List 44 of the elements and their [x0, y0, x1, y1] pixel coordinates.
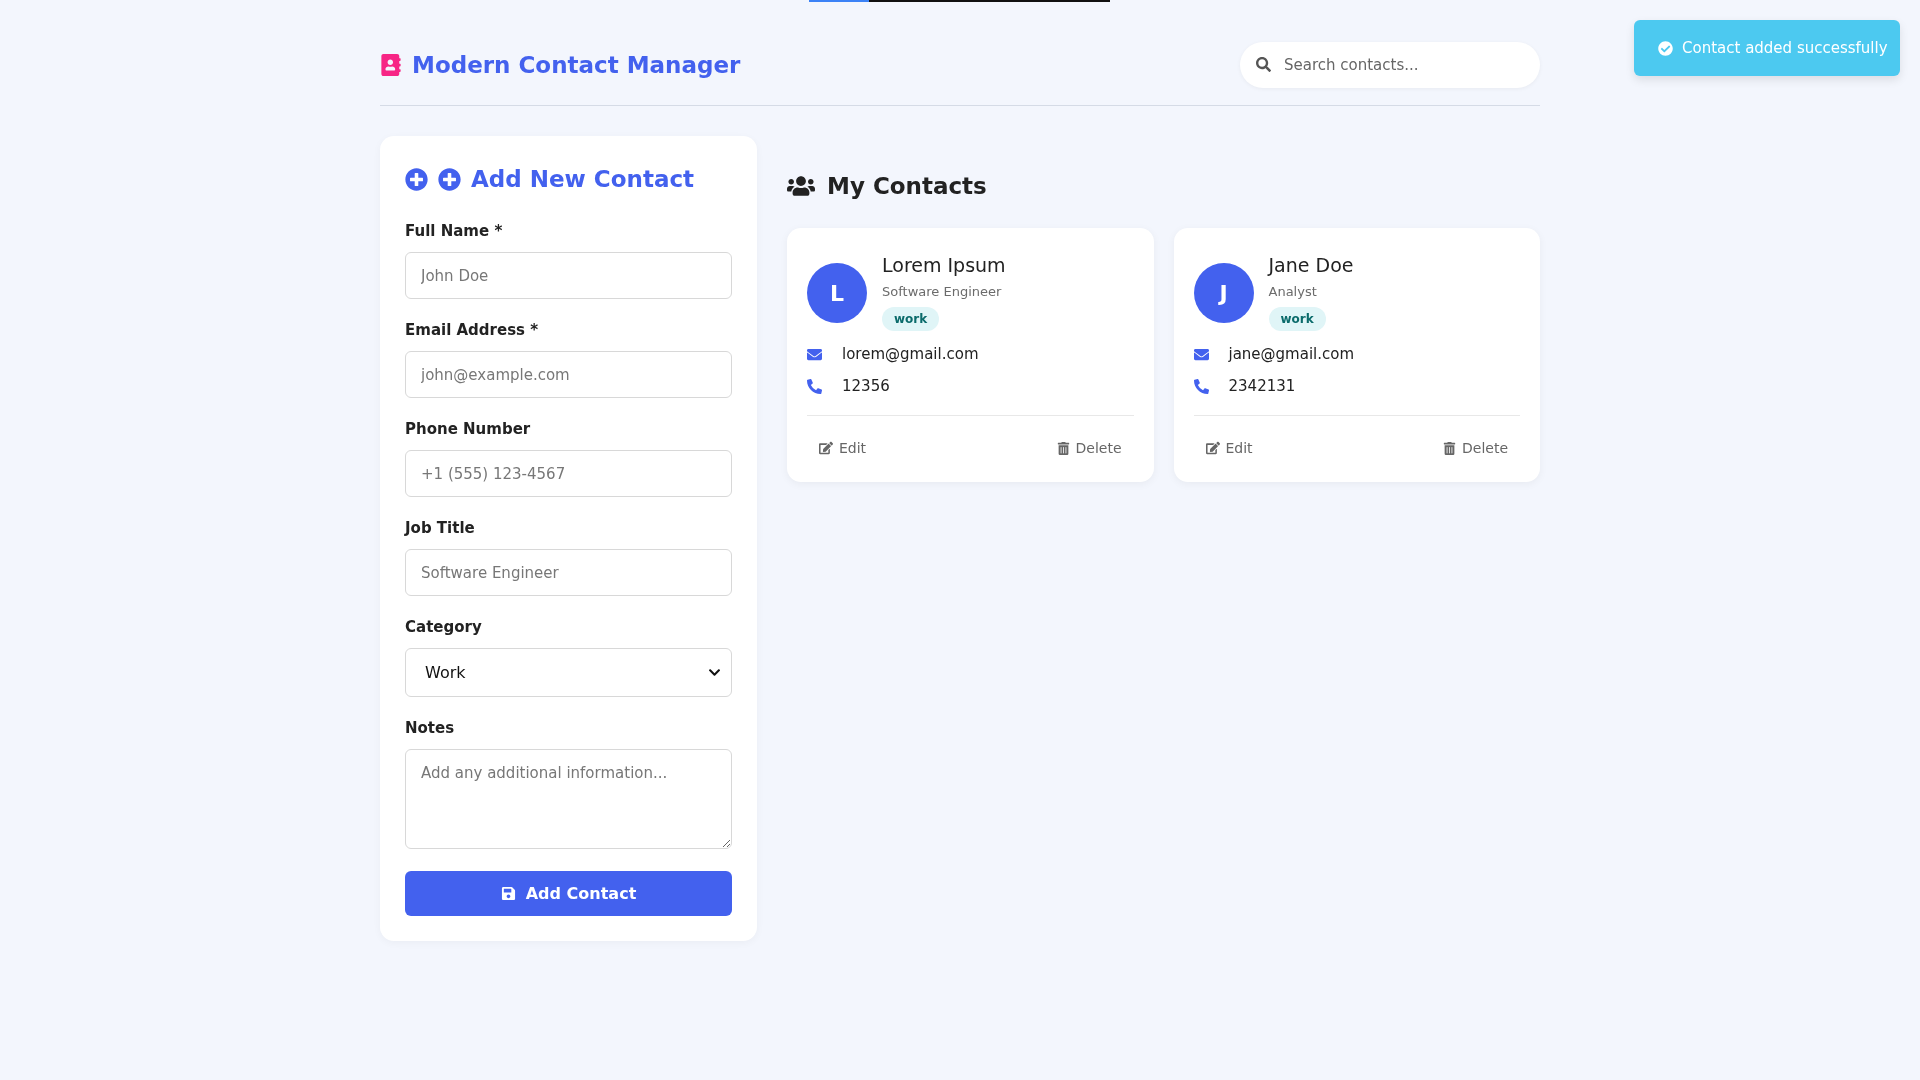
avatar: L	[807, 263, 867, 323]
job-title: Analyst	[1268, 284, 1317, 299]
phone-icon	[1193, 378, 1209, 394]
category-tag: work	[882, 307, 940, 331]
edit-icon	[819, 441, 833, 455]
app-title: Modern Contact Manager	[412, 51, 741, 78]
trash-icon	[1056, 441, 1070, 455]
category-tag: work	[1268, 307, 1326, 331]
contact-phone: 2342131	[1228, 377, 1296, 395]
contact-email: lorem@gmail.com	[842, 345, 979, 363]
field-label: Category	[405, 618, 483, 636]
edit-button[interactable]: Edit	[1193, 434, 1265, 462]
contact-name: Lorem Ipsum	[882, 254, 1006, 276]
trash-icon	[1443, 441, 1456, 455]
contact-phone: 12356	[842, 377, 890, 395]
job-title: Software Engineer	[882, 284, 1002, 299]
search-field[interactable]: Search contacts...	[1240, 41, 1540, 88]
delete-button[interactable]: Delete	[1044, 434, 1134, 462]
field-label: Full Name *	[405, 222, 504, 240]
text-field[interactable]: +1 (555) 123-4567	[405, 450, 732, 497]
category-select[interactable]: Work	[405, 648, 732, 697]
contact-name: Jane Doe	[1268, 254, 1354, 276]
field-label: Email Address *	[405, 321, 540, 339]
text-field[interactable]: Software Engineer	[405, 549, 732, 596]
text-field[interactable]: john@example.com	[405, 351, 732, 398]
delete-button[interactable]: Delete	[1431, 434, 1520, 462]
phone-icon	[807, 378, 822, 394]
envelope-icon	[807, 346, 822, 362]
notes-field[interactable]: Add any additional information...	[405, 749, 732, 849]
toast-message: Contact added successfully	[1682, 39, 1888, 57]
envelope-icon	[1193, 346, 1209, 362]
field-label: Phone Number	[405, 420, 532, 438]
contacts-title: My Contacts	[827, 173, 987, 199]
field-label: Notes	[405, 719, 456, 737]
chevron-down-icon	[708, 666, 721, 679]
text-field[interactable]: John Doe	[405, 252, 732, 299]
contact-email: jane@gmail.com	[1228, 345, 1355, 363]
address-book-icon	[380, 53, 402, 76]
field-label: Job Title	[405, 519, 476, 537]
form-title: Add New Contact	[471, 166, 695, 192]
edit-icon	[1205, 441, 1220, 455]
edit-button[interactable]: Edit	[807, 434, 879, 462]
add-contact-button[interactable]: Add Contact	[405, 871, 732, 916]
avatar: J	[1193, 263, 1254, 323]
